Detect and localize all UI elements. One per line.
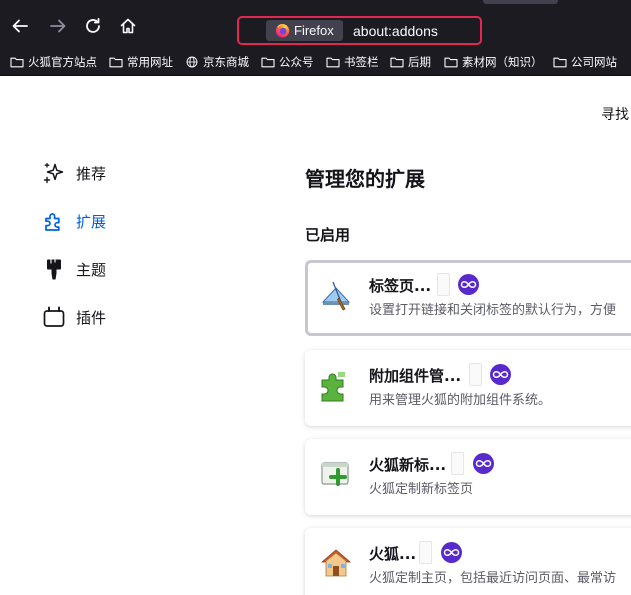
- addon-description: 设置打开链接和关闭标签的默认行为，方便: [369, 303, 617, 318]
- firefox-logo-icon: [275, 24, 290, 38]
- bookmark-item[interactable]: 京东商城: [185, 54, 249, 70]
- addon-description: 用来管理火狐的附加组件系统。: [369, 393, 552, 408]
- bookmark-label: 公司网站: [571, 55, 617, 69]
- bookmark-label: 后期: [408, 55, 431, 69]
- addon-toggle-box[interactable]: [469, 363, 482, 386]
- addon-toggle-box[interactable]: [437, 273, 450, 296]
- bookmark-item[interactable]: 公司网站: [553, 54, 617, 70]
- tab-brush-icon: [321, 281, 351, 311]
- category-label: 扩展: [76, 212, 107, 231]
- addons-page: 寻找 推荐 扩展 主题 插件 管理您的扩展 已启用 标签页... 设置打开链接和…: [0, 77, 631, 595]
- infinity-badge-icon: [490, 364, 511, 385]
- folder-icon: [444, 57, 458, 68]
- infinity-badge-icon: [441, 542, 462, 563]
- new-tab-plus-icon: [321, 462, 349, 486]
- infinity-badge-icon: [458, 274, 479, 295]
- category-label: 主题: [76, 260, 107, 279]
- globe-icon: [186, 56, 198, 68]
- bookmark-item[interactable]: 后期: [390, 54, 431, 70]
- identity-box[interactable]: Firefox: [266, 20, 343, 41]
- section-heading-enabled: 已启用: [305, 226, 351, 244]
- brush-icon: [47, 259, 61, 280]
- category-plugins[interactable]: 插件: [42, 303, 106, 331]
- bookmark-item[interactable]: 火狐官方站点: [10, 54, 97, 70]
- category-recommendations[interactable]: 推荐: [42, 159, 106, 187]
- url-bar[interactable]: Firefox about:addons: [237, 16, 482, 45]
- folder-icon: [390, 57, 404, 68]
- plugin-icon: [43, 306, 65, 327]
- category-label: 插件: [76, 308, 107, 327]
- browser-toolbar: Firefox about:addons: [0, 0, 631, 48]
- category-label: 推荐: [76, 164, 107, 183]
- bookmark-label: 常用网址: [127, 55, 173, 69]
- puzzle-icon: [45, 213, 60, 231]
- back-button[interactable]: [8, 14, 32, 38]
- addon-description: 火狐定制主页，包括最近访问页面、最常访: [369, 571, 617, 586]
- addon-card[interactable]: 火狐... 火狐定制主页，包括最近访问页面、最常访: [305, 528, 631, 595]
- addon-toggle-box[interactable]: [419, 541, 432, 564]
- bookmark-label: 火狐官方站点: [28, 55, 97, 69]
- sparkle-icon: [43, 162, 64, 184]
- addon-name[interactable]: 火狐新标...: [369, 454, 446, 475]
- folder-icon: [326, 57, 340, 68]
- bookmark-label: 京东商城: [203, 55, 249, 69]
- addon-name[interactable]: 标签页...: [369, 275, 431, 296]
- active-tab-edge[interactable]: [483, 0, 558, 4]
- bookmark-item[interactable]: 常用网址: [109, 54, 173, 70]
- bookmark-label: 素材网（知识）: [462, 55, 543, 69]
- green-puzzle-icon: [321, 372, 345, 402]
- identity-label: Firefox: [294, 23, 334, 38]
- home-icon: [120, 18, 136, 34]
- page-title: 管理您的扩展: [305, 167, 425, 191]
- bookmark-item[interactable]: 公众号: [261, 54, 314, 70]
- reload-icon: [86, 17, 100, 33]
- addon-card[interactable]: 附加组件管... 用来管理火狐的附加组件系统。: [305, 350, 631, 426]
- house-icon: [320, 549, 352, 577]
- forward-arrow-icon: [50, 19, 66, 33]
- reload-button[interactable]: [81, 14, 105, 38]
- home-button[interactable]: [116, 14, 140, 38]
- addon-name[interactable]: 火狐...: [369, 543, 416, 564]
- folder-icon: [553, 57, 567, 68]
- forward-button[interactable]: [46, 14, 70, 38]
- addon-description: 火狐定制新标签页: [369, 482, 474, 497]
- bookmarks-bar: 火狐官方站点 常用网址 京东商城 公众号 书签栏 后期 素材网（知识） 公司网站: [0, 48, 631, 76]
- bookmark-label: 书签栏: [344, 55, 379, 69]
- folder-icon: [10, 57, 24, 68]
- infinity-badge-icon: [473, 453, 494, 474]
- addon-card[interactable]: 火狐新标... 火狐定制新标签页: [305, 439, 631, 515]
- addon-name[interactable]: 附加组件管...: [369, 365, 461, 386]
- addon-toggle-box[interactable]: [451, 452, 464, 475]
- bookmark-label: 公众号: [279, 55, 314, 69]
- addon-card[interactable]: 标签页... 设置打开链接和关闭标签的默认行为，方便: [305, 260, 631, 336]
- bookmark-item[interactable]: 素材网（知识）: [444, 54, 543, 70]
- folder-icon: [109, 57, 123, 68]
- folder-icon: [261, 57, 275, 68]
- bookmark-item[interactable]: 书签栏: [326, 54, 379, 70]
- url-text[interactable]: about:addons: [353, 23, 438, 39]
- category-themes[interactable]: 主题: [42, 255, 106, 283]
- search-addons-label: 寻找: [601, 107, 629, 123]
- back-arrow-icon: [12, 19, 28, 33]
- category-extensions[interactable]: 扩展: [42, 207, 106, 235]
